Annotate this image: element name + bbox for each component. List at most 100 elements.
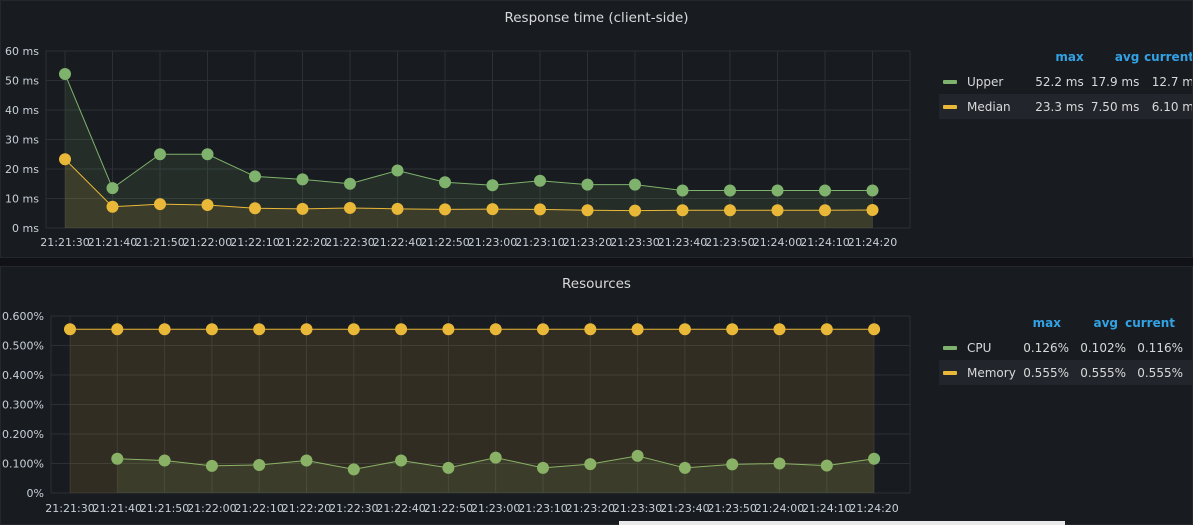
x-tick-label: 21:23:20 [566, 502, 615, 515]
y-tick-label: 0% [27, 487, 44, 500]
data-point [631, 323, 644, 336]
legend-row-upper[interactable]: Upper 52.2 ms 17.9 ms 12.7 m [939, 69, 1192, 94]
legend-row-median[interactable]: Median 23.3 ms 7.50 ms 6.10 m [939, 94, 1193, 119]
series-color-swatch[interactable] [943, 104, 957, 109]
y-tick-label: 0 ms [12, 222, 39, 235]
data-point [629, 178, 641, 191]
legend-series-name: Median [967, 99, 1011, 114]
data-point [201, 148, 214, 161]
data-point [486, 179, 499, 192]
series-color-swatch[interactable] [943, 345, 957, 350]
legend-row-memory[interactable]: Memory 0.555% 0.555% 0.555% [939, 360, 1192, 385]
data-point [629, 204, 641, 217]
x-tick-label: 21:21:50 [135, 236, 184, 249]
response-time-panel: Response time (client-side) 0 ms 10 ms 20 … [0, 0, 1193, 258]
y-axis: 0% 0.100% 0.200% 0.300% 0.400% 0.500% 0.600% [2, 310, 44, 500]
data-point [581, 204, 594, 217]
data-point [442, 323, 455, 336]
legend-row-cpu[interactable]: CPU 0.126% 0.102% 0.116% [939, 335, 1192, 360]
data-point [344, 177, 356, 190]
legend-header-max[interactable]: max [1019, 316, 1061, 330]
x-tick-label: 21:23:10 [515, 236, 564, 249]
x-tick-label: 21:22:30 [325, 236, 374, 249]
y-tick-label: 0.300% [2, 399, 44, 412]
series-color-swatch[interactable] [943, 370, 957, 375]
x-tick-label: 21:22:40 [376, 502, 425, 515]
x-tick-label: 21:24:10 [802, 502, 851, 515]
x-tick-label: 21:24:10 [800, 236, 849, 249]
legend-header-avg[interactable]: avg [1061, 316, 1118, 330]
x-tick-label: 21:23:20 [563, 236, 612, 249]
data-point [347, 323, 360, 336]
legend-header-current[interactable]: current [1118, 316, 1175, 330]
data-point [676, 184, 689, 197]
x-tick-label: 21:21:40 [88, 236, 137, 249]
legend-header: max avg current [939, 45, 1192, 69]
y-tick-label: 40 ms [5, 104, 39, 117]
y-axis: 0 ms 10 ms 20 ms 30 ms 40 ms 50 ms 60 ms [5, 45, 39, 235]
data-point [439, 176, 451, 189]
legend-current-value: 0.116% [1137, 340, 1183, 355]
legend-avg-value: 17.9 ms [1090, 74, 1140, 89]
series-memory [64, 323, 881, 493]
data-point [866, 184, 879, 197]
x-tick-label: 21:23:50 [707, 502, 756, 515]
legend-series-name: Upper [967, 74, 1004, 89]
x-tick-label: 21:22:20 [278, 236, 327, 249]
response-time-chart[interactable]: 0 ms 10 ms 20 ms 30 ms 40 ms 50 ms 60 ms 21:21:… [1, 1, 1193, 258]
data-point [59, 153, 71, 166]
y-tick-label: 0.600% [2, 310, 44, 323]
data-point [111, 323, 124, 336]
y-tick-label: 10 ms [5, 193, 39, 206]
data-point [724, 204, 736, 217]
series-color-swatch[interactable] [943, 79, 957, 84]
x-tick-label: 21:24:20 [849, 502, 898, 515]
data-point [486, 203, 499, 216]
legend-max-value: 0.555% [1023, 365, 1069, 380]
data-point [868, 323, 881, 336]
y-tick-label: 0.100% [2, 458, 44, 471]
data-point [205, 323, 218, 336]
legend-header-current[interactable]: current [1139, 50, 1192, 64]
resources-legend: max avg current CPU 0.126% 0.102% 0.116%… [939, 311, 1192, 385]
x-tick-label: 21:22:40 [373, 236, 422, 249]
data-point [64, 323, 76, 336]
y-tick-label: 0.500% [2, 340, 44, 353]
data-point [537, 323, 549, 336]
legend-avg-value: 0.102% [1080, 340, 1126, 355]
legend-series-name: Memory [967, 365, 1016, 380]
x-tick-label: 21:23:50 [705, 236, 754, 249]
data-point [253, 323, 266, 336]
x-tick-label: 21:22:30 [329, 502, 378, 515]
x-tick-label: 21:23:30 [610, 236, 659, 249]
legend-current-value: 6.10 m [1151, 99, 1193, 114]
x-tick-label: 21:23:40 [660, 502, 709, 515]
legend-series-name: CPU [967, 340, 992, 355]
data-point [395, 323, 408, 336]
x-tick-label: 21:23:30 [613, 502, 662, 515]
data-point [391, 164, 404, 177]
resources-chart[interactable]: 0% 0.100% 0.200% 0.300% 0.400% 0.500% 0.600% 21… [1, 267, 1193, 525]
x-tick-label: 21:22:00 [183, 236, 232, 249]
data-point [676, 204, 689, 217]
x-tick-label: 21:21:40 [93, 502, 142, 515]
data-point [820, 323, 833, 336]
x-tick-label: 21:21:30 [45, 502, 94, 515]
data-point [344, 201, 356, 214]
bottom-scroll-bar[interactable] [619, 521, 1065, 525]
legend-header-avg[interactable]: avg [1084, 50, 1140, 64]
data-point [773, 323, 786, 336]
data-point [158, 323, 171, 336]
x-tick-label: 21:24:20 [848, 236, 897, 249]
x-tick-label: 21:22:50 [420, 236, 469, 249]
legend-max-value: 23.3 ms [1035, 99, 1084, 114]
x-axis: 21:21:3021:21:4021:21:5021:22:0021:22:10… [45, 502, 899, 515]
data-point [249, 202, 261, 215]
data-point [771, 204, 784, 217]
data-point [439, 203, 451, 216]
legend-max-value: 0.126% [1023, 340, 1069, 355]
legend-header-max[interactable]: max [1016, 50, 1083, 64]
x-tick-label: 21:22:20 [282, 502, 331, 515]
y-tick-label: 0.400% [2, 369, 44, 382]
data-point [154, 148, 166, 161]
